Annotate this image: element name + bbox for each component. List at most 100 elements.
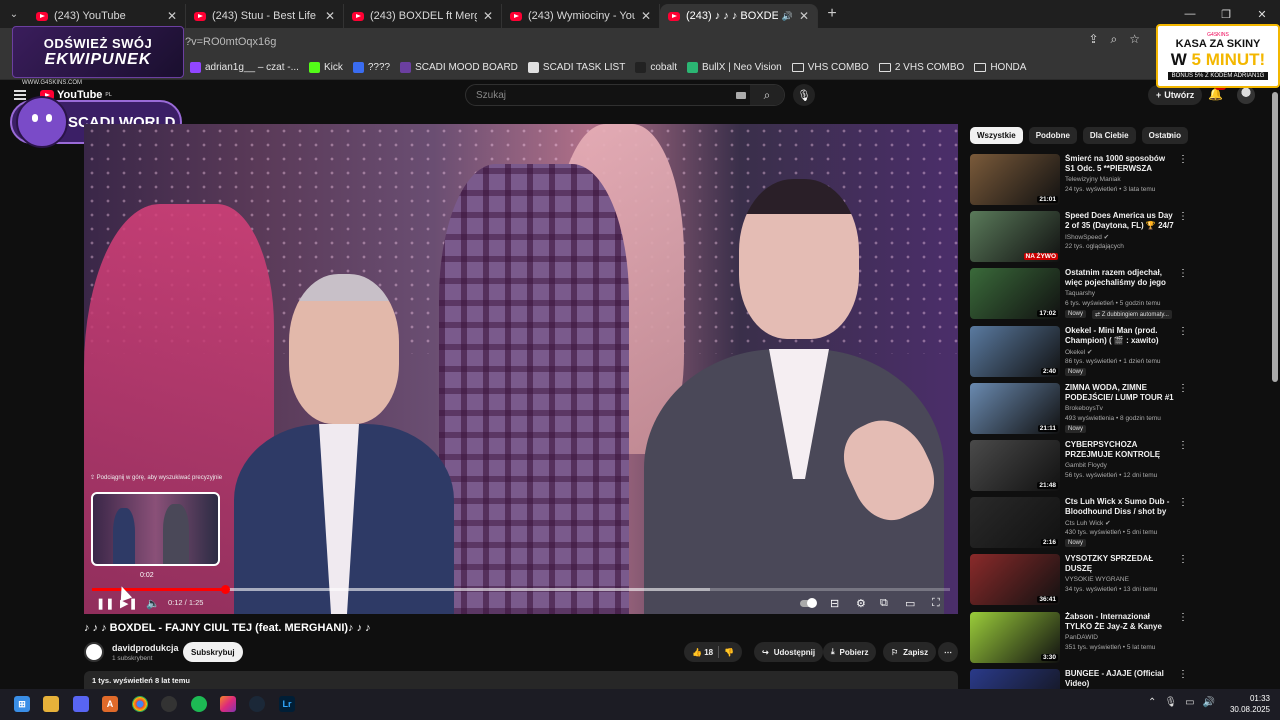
bookmark-item[interactable]: SCADI MOOD BOARD: [400, 62, 518, 73]
close-tab-icon[interactable]: ✕: [325, 9, 335, 23]
dislike-button[interactable]: 👎: [724, 648, 734, 657]
video-thumbnail[interactable]: 21:01: [970, 154, 1060, 205]
recommended-channel[interactable]: Taquarshy: [1065, 290, 1095, 297]
bookmark-item[interactable]: VHS COMBO: [791, 62, 869, 73]
subscribe-button[interactable]: Subskrybuj: [183, 642, 243, 662]
bookmark-item[interactable]: Kick: [308, 62, 343, 73]
filter-chip[interactable]: Wszystkie: [970, 127, 1023, 144]
install-app-icon[interactable]: ⇪: [1088, 32, 1098, 47]
bookmark-item[interactable]: ????: [352, 62, 390, 73]
chrome-icon[interactable]: [132, 696, 148, 712]
filter-chip[interactable]: Ostatnio: [1141, 127, 1189, 144]
channel-name[interactable]: davidprodukcja: [112, 643, 179, 653]
recommended-channel[interactable]: Cts Luh Wick ✔: [1065, 519, 1111, 527]
tab-2[interactable]: (243) BOXDEL ft Mergani "Arka✕: [344, 4, 502, 28]
save-button[interactable]: ⚐ Zapisz: [883, 642, 937, 662]
pause-button[interactable]: ❚❚: [96, 596, 114, 610]
download-button[interactable]: ⤓ Pobierz: [823, 642, 877, 662]
recommended-video[interactable]: 36:41 VYSOTZKY SPRZEDAŁ DUSZĘ VYSOKIE WYGR…: [970, 554, 1188, 606]
chevron-up-icon[interactable]: ⌃: [1148, 697, 1156, 708]
recommended-video[interactable]: 2:40 Okekel - Mini Man (prod. Champion) (…: [970, 325, 1188, 378]
spotify-icon[interactable]: [191, 696, 207, 712]
progress-bar[interactable]: [92, 585, 950, 594]
miniplayer-button[interactable]: ⧉: [880, 596, 888, 610]
recommended-title[interactable]: Śmierć na 1000 sposobów S1 Odc. 5 **PIER…: [1065, 154, 1175, 174]
voice-search-button[interactable]: 🎙: [793, 84, 815, 106]
hamburger-menu-icon[interactable]: [14, 90, 26, 100]
create-button[interactable]: + Utwórz: [1148, 85, 1203, 105]
description-box[interactable]: 1 tys. wyświetleń 8 lat temu: [84, 671, 958, 689]
tab-4-active[interactable]: (243) ♪ ♪ ♪ BOXDEL - FAJNY🔊✕: [660, 4, 818, 28]
settings-button[interactable]: ⚙: [856, 596, 866, 610]
close-tab-icon[interactable]: ✕: [799, 9, 809, 23]
recommended-video[interactable]: 3:30 Żabson - Internazionał TYLKO ŻE Jay-…: [970, 611, 1188, 664]
recommended-channel[interactable]: VYSOKIE WYGRANE: [1065, 576, 1129, 583]
recommended-channel[interactable]: BrokeboysTv: [1065, 405, 1103, 412]
start-menu-icon[interactable]: ⊞: [14, 696, 30, 712]
recommended-video[interactable]: 17:02 Ostatnim razem odjechał, więc pojec…: [970, 268, 1188, 320]
volume-button[interactable]: 🔈: [146, 596, 160, 610]
bookmark-item[interactable]: cobalt: [635, 62, 677, 73]
keyboard-icon[interactable]: [736, 92, 746, 99]
fullscreen-button[interactable]: ⛶: [932, 596, 940, 610]
tab-3[interactable]: (243) Wymiociny - YouTube✕: [502, 4, 660, 28]
search-button[interactable]: ⌕: [750, 85, 784, 105]
recommended-channel[interactable]: Okekel ✔: [1065, 348, 1092, 356]
more-vertical-icon[interactable]: ⋮: [1178, 669, 1188, 680]
bookmark-item[interactable]: BullX | Neo Vision: [687, 62, 782, 73]
bookmark-star-icon[interactable]: ☆: [1129, 32, 1140, 47]
recommended-channel[interactable]: Telewizyjny Maniak: [1065, 176, 1121, 183]
channel-avatar[interactable]: [84, 642, 104, 662]
close-tab-icon[interactable]: ✕: [641, 9, 651, 23]
recommended-video[interactable]: 21:48 CYBERPSYCHOZA PRZEJMUJE KONTROLĘ Gam…: [970, 440, 1188, 492]
more-actions-button[interactable]: ⋯: [938, 642, 958, 662]
page-scrollbar[interactable]: [1272, 92, 1278, 382]
speaker-icon[interactable]: 🔊: [782, 11, 793, 22]
recommended-title[interactable]: CYBERPSYCHOZA PRZEJMUJE KONTROLĘ: [1065, 440, 1175, 460]
share-button[interactable]: ↪ Udostępnij: [754, 642, 824, 662]
recommended-video[interactable]: 21:11 ZIMNA WODA, ZIMNE PODEJŚCIE/ LUMP T…: [970, 382, 1188, 435]
more-vertical-icon[interactable]: ⋮: [1178, 268, 1188, 279]
zoom-icon[interactable]: ⌕: [1111, 32, 1118, 47]
recommended-video[interactable]: NA ŻYWO Speed Does America us Day 2 of 35…: [970, 211, 1188, 263]
more-vertical-icon[interactable]: ⋮: [1178, 326, 1188, 337]
discord-icon[interactable]: [73, 696, 89, 712]
bookmark-item[interactable]: 2 VHS COMBO: [878, 62, 964, 73]
video-thumbnail[interactable]: NA ŻYWO: [970, 211, 1060, 263]
new-tab-button[interactable]: +: [818, 0, 846, 28]
close-tab-icon[interactable]: ✕: [167, 9, 177, 23]
account-avatar[interactable]: [1237, 86, 1255, 104]
recommended-title[interactable]: Żabson - Internazionał TYLKO ŻE Jay-Z & …: [1065, 612, 1175, 632]
tab-search-icon[interactable]: ⌄: [0, 0, 28, 28]
recommended-video[interactable]: 2:16 Cts Luh Wick x Sumo Dub - Bloodhound…: [970, 497, 1188, 549]
display-icon[interactable]: ▭: [1185, 697, 1194, 708]
more-vertical-icon[interactable]: ⋮: [1178, 211, 1188, 222]
obs-icon[interactable]: [161, 696, 177, 712]
app-a-icon[interactable]: A: [102, 696, 118, 712]
recommended-title[interactable]: VYSOTZKY SPRZEDAŁ DUSZĘ: [1065, 554, 1175, 574]
more-vertical-icon[interactable]: ⋮: [1178, 497, 1188, 508]
more-vertical-icon[interactable]: ⋮: [1178, 554, 1188, 565]
search-input[interactable]: Szukaj ⌕: [465, 84, 785, 106]
theater-mode-button[interactable]: ▭: [905, 596, 915, 610]
chevron-right-icon[interactable]: ›: [1168, 128, 1172, 142]
recommended-title[interactable]: Okekel - Mini Man (prod. Champion) ( 🎬 :…: [1065, 326, 1175, 346]
recommended-title[interactable]: BUNGEE - AJAJE (Official Video): [1065, 669, 1175, 689]
video-thumbnail[interactable]: 21:11: [970, 382, 1060, 434]
video-thumbnail[interactable]: 21:48: [970, 440, 1060, 491]
tab-0[interactable]: (243) YouTube ✕: [28, 4, 186, 28]
volume-tray-icon[interactable]: 🔊: [1203, 697, 1215, 708]
recommended-title[interactable]: Speed Does America us Day 2 of 35 (Dayto…: [1065, 211, 1175, 231]
close-tab-icon[interactable]: ✕: [483, 9, 493, 23]
clock[interactable]: 01:33 30.08.2025: [1222, 693, 1270, 715]
next-button[interactable]: ▶❚: [120, 596, 138, 610]
bookmark-item[interactable]: HONDA: [974, 62, 1026, 73]
scrubber-handle[interactable]: [220, 585, 230, 594]
lightroom-icon[interactable]: Lr: [279, 696, 295, 712]
recommended-title[interactable]: Ostatnim razem odjechał, więc pojechaliś…: [1065, 268, 1175, 288]
recommended-video[interactable]: 21:01 Śmierć na 1000 sposobów S1 Odc. 5 *…: [970, 154, 1188, 206]
video-thumbnail[interactable]: 36:41: [970, 554, 1060, 606]
recommended-title[interactable]: ZIMNA WODA, ZIMNE PODEJŚCIE/ LUMP TOUR #…: [1065, 383, 1175, 403]
filter-chip[interactable]: Podobne: [1028, 127, 1077, 144]
more-vertical-icon[interactable]: ⋮: [1178, 440, 1188, 451]
